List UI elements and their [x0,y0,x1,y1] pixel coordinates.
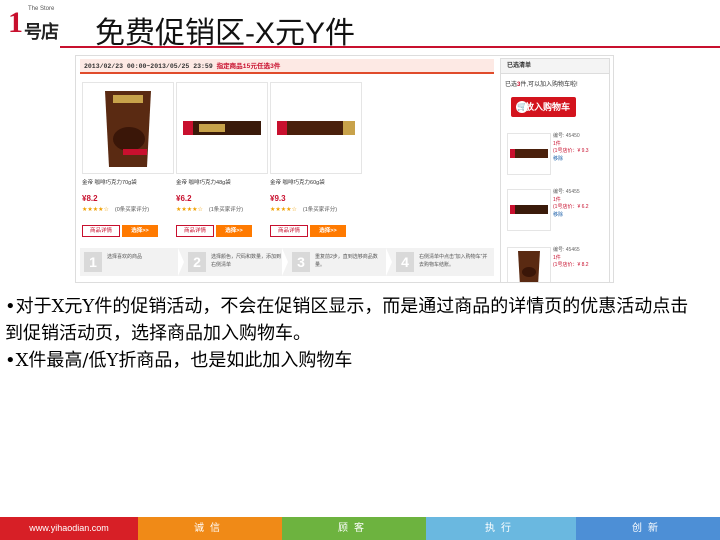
yihaodian-logo: 1 The Store 号店 [6,4,59,44]
product-price: ¥8.2 [82,194,98,203]
bullet-text: •X件最高/低Y折商品，也是如此加入购物车 [5,350,353,371]
tip-prefix: 已选 [505,82,518,88]
item-qty: 1件 [553,254,561,261]
chocolate-bar-image [183,121,261,135]
footer-segment-customer: 顾客 [282,517,426,540]
cart-icon: 🛒 [516,101,528,113]
slide-bullets: •对于X元Y件的促销活动，不会在促销区显示，而是通过商品的详情页的优惠活动点击到… [5,293,705,374]
item-qty: 1件 [553,140,561,147]
stars: ★★★★☆ [270,207,297,213]
step-number: 4 [396,252,414,272]
step-number: 3 [292,252,310,272]
footer-band: www.yihaodian.com 诚信 顾客 执行 创新 [0,517,720,540]
step-number: 1 [84,252,102,272]
selection-tip: 已选3件,可以加入购物车啦! [505,79,578,88]
product-image[interactable] [176,82,268,174]
rating-stars: ★★★★☆ (1条买家评分) [270,205,360,213]
step-text: 选择颜色，尺码和数量，添加到右侧清单 [211,254,282,268]
product-name[interactable]: 金帝 咖啡巧克力60g袋 [270,178,360,186]
product-detail-button[interactable]: 商品详情 [270,225,308,237]
cart-list-item: 编号: 45455 1件 (1号店价：¥ 6.2 移除 [507,189,605,231]
product-image[interactable] [270,82,362,174]
tip-suffix: 件,可以加入购物车啦! [520,82,578,88]
review-count[interactable]: (0条买家评分) [115,207,149,213]
review-count[interactable]: (1条买家评分) [303,207,337,213]
chocolate-bag-image [105,91,151,167]
chocolate-bag-image [518,251,540,282]
product-card: 金帝 咖啡巧克力60g袋 ¥9.3 ★★★★☆ (1条买家评分) 商品详情 选择>> [270,82,362,237]
step-item: 2 选择颜色，尺码和数量，添加到右侧清单 [184,248,288,276]
step-item: 3 重复前2步，直到选够商品数量。 [288,248,392,276]
cart-list-item: 编号: 45450 1件 (1号店价：¥ 9.3 移除 [507,133,605,175]
purchase-steps: 1 选择喜欢的商品 2 选择颜色，尺码和数量，添加到右侧清单 3 重复前2步，直… [80,248,494,276]
item-qty: 1件 [553,196,561,203]
product-detail-button[interactable]: 商品详情 [82,225,120,237]
cart-item-thumbnail [507,247,551,282]
item-price: (1号店价：¥ 9.3 [553,148,589,154]
footer-segment-integrity: 诚信 [138,517,282,540]
remove-link[interactable]: 移除 [553,156,589,164]
product-card: 金帝 咖啡巧克力70g袋 ¥8.2 ★★★★☆ (0条买家评分) 商品详情 选择>> [82,82,174,237]
step-item: 4 右侧清单中点击“加入购物车”并去购物车结账。 [392,248,496,276]
title-divider [60,46,720,48]
promo-time-bar: 2013/02/23 00:00~2013/05/25 23:59 指定商品15… [80,59,494,74]
chocolate-bar-image [277,121,355,135]
step-text: 重复前2步，直到选够商品数量。 [315,254,378,268]
logo-numeral: 1 [8,6,23,39]
footer-url: www.yihaodian.com [0,517,138,540]
step-text: 选择喜欢的商品 [107,254,143,260]
rating-stars: ★★★★☆ (0条买家评分) [82,205,172,213]
cart-list-item: 编号: 45465 1件 (1号店价：¥ 8.2 [507,247,605,282]
selected-list-header: 已选清单 [501,59,609,74]
product-card: 金帝 咖啡巧克力48g袋 ¥6.2 ★★★★☆ (1条买家评分) 商品详情 选择>> [176,82,268,237]
choose-button[interactable]: 选择>> [122,225,158,237]
footer-segment-execution: 执行 [426,517,576,540]
promo-page-screenshot: 2013/02/23 00:00~2013/05/25 23:59 指定商品15… [75,55,614,283]
step-number: 2 [188,252,206,272]
item-code: 编号: 45450 [553,133,580,139]
rating-stars: ★★★★☆ (1条买家评分) [176,205,266,213]
product-name[interactable]: 金帝 咖啡巧克力70g袋 [82,178,172,186]
product-image[interactable] [82,82,174,174]
cart-item-thumbnail [507,189,551,231]
promo-time: 2013/02/23 00:00~2013/05/25 23:59 [84,63,213,70]
product-price: ¥9.3 [270,194,286,203]
add-to-cart-button[interactable]: 🛒 放入购物车 [511,97,576,117]
selected-list-panel: 已选清单 已选3件,可以加入购物车啦! 🛒 放入购物车 编号: 45450 1件… [500,58,610,282]
footer-segment-innovation: 创新 [576,517,720,540]
chocolate-bar-image [510,149,548,158]
choose-button[interactable]: 选择>> [216,225,252,237]
review-count[interactable]: (1条买家评分) [209,207,243,213]
promo-label: 指定商品15元任选3件 [216,63,281,70]
product-price: ¥6.2 [176,194,192,203]
step-item: 1 选择喜欢的商品 [80,248,184,276]
stars: ★★★★☆ [82,207,109,213]
product-detail-button[interactable]: 商品详情 [176,225,214,237]
chocolate-bar-image [510,205,548,214]
product-name[interactable]: 金帝 咖啡巧克力48g袋 [176,178,266,186]
cart-item-thumbnail [507,133,551,175]
choose-button[interactable]: 选择>> [310,225,346,237]
add-to-cart-label: 放入购物车 [524,102,570,112]
logo-text: 号店 [24,22,59,42]
item-code: 编号: 45455 [553,189,580,195]
step-text: 右侧清单中点击“加入购物车”并去购物车结账。 [419,254,488,268]
logo-tagline: The Store [28,6,55,12]
bullet-text: •对于X元Y件的促销活动，不会在促销区显示，而是通过商品的详情页的优惠活动点击到… [5,296,689,344]
item-price: (1号店价：¥ 6.2 [553,204,589,210]
item-price: (1号店价：¥ 8.2 [553,262,589,268]
stars: ★★★★☆ [176,207,203,213]
remove-link[interactable]: 移除 [553,212,589,220]
item-code: 编号: 45465 [553,247,580,253]
